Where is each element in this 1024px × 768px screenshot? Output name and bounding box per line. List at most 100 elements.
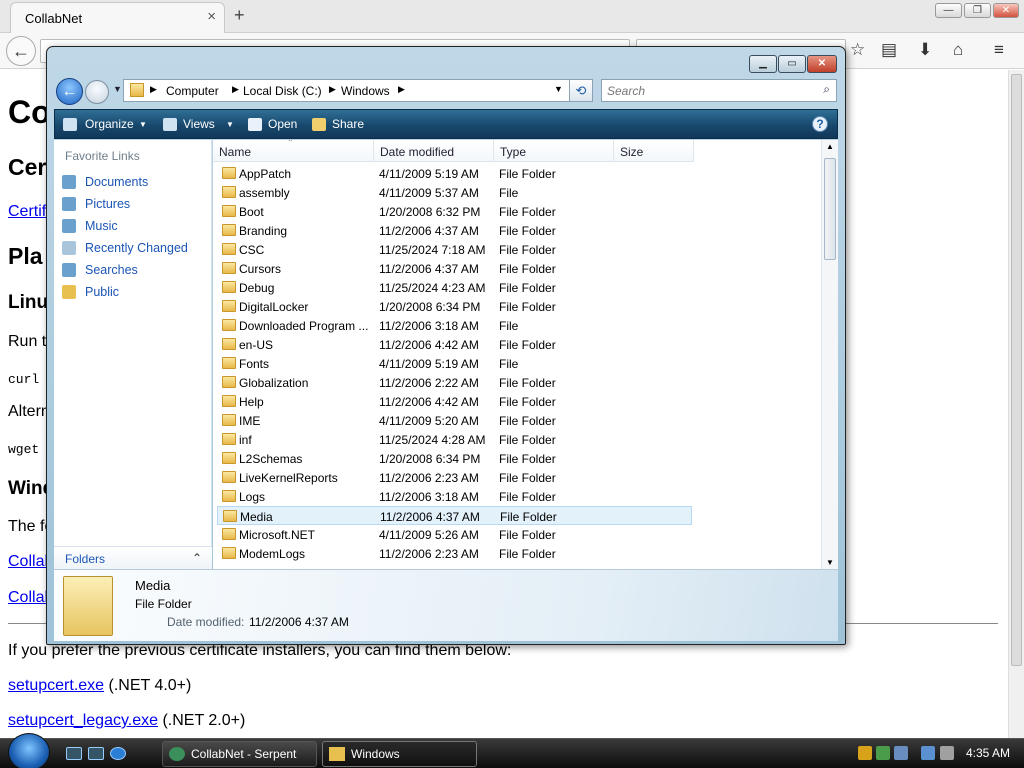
setupcert-legacy-link[interactable]: setupcert_legacy.exe [8,712,158,729]
network-icon[interactable] [921,746,935,760]
bookmark-star-icon[interactable]: ☆ [850,40,865,60]
internet-explorer-icon[interactable] [110,747,126,760]
favorite-recently-changed[interactable]: Recently Changed [60,238,208,258]
file-row[interactable]: Microsoft.NET 4/11/2009 5:26 AM File Folde… [217,525,692,544]
file-row[interactable]: Help 11/2/2006 4:42 AM File Folder [217,392,692,411]
views-button[interactable]: Views [183,117,215,131]
security-shield-icon[interactable] [858,746,872,760]
open-button[interactable]: Open [268,117,297,131]
file-row[interactable]: AppPatch 4/11/2009 5:19 AM File Folder [217,164,692,183]
volume-muted-icon[interactable] [940,746,954,760]
tray-app-icon[interactable] [876,746,890,760]
file-row[interactable]: DigitalLocker 1/20/2008 6:34 PM File Folde… [217,297,692,316]
file-row[interactable]: ModemLogs 11/2/2006 2:23 AM File Folder [217,544,692,563]
file-type: File Folder [499,528,556,542]
show-desktop-icon[interactable] [66,747,82,760]
favorite-pictures[interactable]: Pictures [60,194,208,214]
close-button[interactable]: ✕ [993,3,1019,18]
file-row[interactable]: L2Schemas 1/20/2008 6:34 PM File Folder [217,449,692,468]
minimize-button[interactable]: — [935,3,962,18]
certificate-link[interactable]: Certif [8,203,46,221]
organize-dropdown-icon[interactable]: ▼ [139,120,147,129]
home-icon[interactable]: ⌂ [953,40,963,60]
file-row[interactable]: Downloaded Program ... 11/2/2006 3:18 AM F… [217,316,692,335]
address-dropdown-icon[interactable]: ▼ [554,84,563,94]
close-tab-icon[interactable]: × [207,8,216,25]
column-header-name[interactable]: Name ⌃ [213,140,374,162]
column-header-size[interactable]: Size [614,140,694,162]
explorer-minimize-button[interactable]: ▁ [749,55,777,73]
favorite-label: Public [85,285,120,299]
page-scrollbar[interactable] [1008,70,1024,738]
breadcrumb-windows[interactable]: Windows [341,84,390,98]
reading-list-icon[interactable]: ▤ [881,40,897,60]
clock[interactable]: 4:35 AM [966,746,1010,760]
explorer-maximize-button[interactable]: ▭ [778,55,806,73]
breadcrumb-arrow-icon[interactable]: ▶ [329,84,336,95]
file-type: File Folder [499,490,556,504]
scroll-up-icon[interactable]: ▲ [826,142,834,151]
breadcrumb-arrow-icon[interactable]: ▶ [398,84,405,95]
taskbar-button-windows[interactable]: Windows [322,741,477,767]
file-row[interactable]: Debug 11/25/2024 4:23 AM File Folder [217,278,692,297]
maximize-button[interactable]: ❐ [964,3,991,18]
file-row[interactable]: Media 11/2/2006 4:37 AM File Folder [217,506,692,525]
pictures-icon [62,197,76,211]
file-row[interactable]: Branding 11/2/2006 4:37 AM File Folder [217,221,692,240]
search-placeholder: Search [607,84,646,98]
explorer-forward-button[interactable] [85,80,109,104]
share-button[interactable]: Share [332,117,364,131]
setupcert-note: (.NET 4.0+) [104,677,192,694]
browser-tab[interactable]: CollabNet × [10,2,225,33]
address-bar[interactable]: ▶ Computer ▶ Local Disk (C:) ▶ Windows ▶… [123,79,593,102]
file-list-scrollbar[interactable]: ▲ ▼ [821,140,838,569]
scroll-down-icon[interactable]: ▼ [826,558,834,567]
taskbar-button-collabnet[interactable]: CollabNet - Serpent [162,741,317,767]
new-tab-icon[interactable]: + [234,5,245,26]
history-dropdown-icon[interactable]: ▼ [113,84,122,94]
favorite-documents[interactable]: Documents [60,172,208,192]
file-row[interactable]: en-US 11/2/2006 4:42 AM File Folder [217,335,692,354]
file-row[interactable]: inf 11/25/2024 4:28 AM File Folder [217,430,692,449]
breadcrumb-arrow-icon[interactable]: ▶ [232,84,239,95]
explorer-back-button[interactable]: ← [56,78,83,105]
column-header-date[interactable]: Date modified [374,140,494,162]
file-row[interactable]: Logs 11/2/2006 3:18 AM File Folder [217,487,692,506]
file-row[interactable]: IME 4/11/2009 5:20 AM File Folder [217,411,692,430]
setupcert-legacy-note: (.NET 2.0+) [158,712,246,729]
menu-icon[interactable]: ≡ [994,40,1004,60]
explorer-close-button[interactable]: ✕ [807,55,837,73]
file-row[interactable]: Globalization 11/2/2006 2:22 AM File Folde… [217,373,692,392]
documents-icon [62,175,76,189]
column-header-type[interactable]: Type [494,140,614,162]
browser-titlebar: CollabNet × + — ❐ ✕ [0,0,1024,33]
file-row[interactable]: Cursors 11/2/2006 4:37 AM File Folder [217,259,692,278]
favorite-public[interactable]: Public [60,282,208,302]
file-row[interactable]: Fonts 4/11/2009 5:19 AM File [217,354,692,373]
folders-toggle[interactable]: Folders ⌃ [54,546,212,569]
back-button[interactable]: ← [6,36,36,66]
setupcert-link[interactable]: setupcert.exe [8,677,104,694]
chevron-up-icon[interactable]: ⌃ [192,551,202,565]
favorite-searches[interactable]: Searches [60,260,208,280]
refresh-button[interactable]: ⟲ [569,79,593,102]
organize-button[interactable]: Organize [85,117,134,131]
start-button[interactable] [8,733,50,768]
download-icon[interactable]: ⬇ [918,40,932,60]
file-row[interactable]: assembly 4/11/2009 5:37 AM File [217,183,692,202]
explorer-search-input[interactable]: Search ⌕ [601,79,837,102]
file-row[interactable]: Boot 1/20/2008 6:32 PM File Folder [217,202,692,221]
breadcrumb-local-disk[interactable]: Local Disk (C:) [243,84,322,98]
breadcrumb-computer[interactable]: Computer [166,84,219,98]
search-icon[interactable]: ⌕ [823,82,830,97]
file-row[interactable]: CSC 11/25/2024 7:18 AM File Folder [217,240,692,259]
help-icon[interactable]: ? [812,116,828,132]
breadcrumb-arrow-icon[interactable]: ▶ [150,84,157,95]
page-scrollbar-thumb[interactable] [1011,74,1022,666]
file-list-scrollbar-thumb[interactable] [824,158,836,260]
switch-windows-icon[interactable] [88,747,104,760]
favorite-music[interactable]: Music [60,216,208,236]
file-row[interactable]: LiveKernelReports 11/2/2006 2:23 AM File F… [217,468,692,487]
views-dropdown-icon[interactable]: ▼ [226,120,234,129]
tray-app-icon[interactable] [894,746,908,760]
